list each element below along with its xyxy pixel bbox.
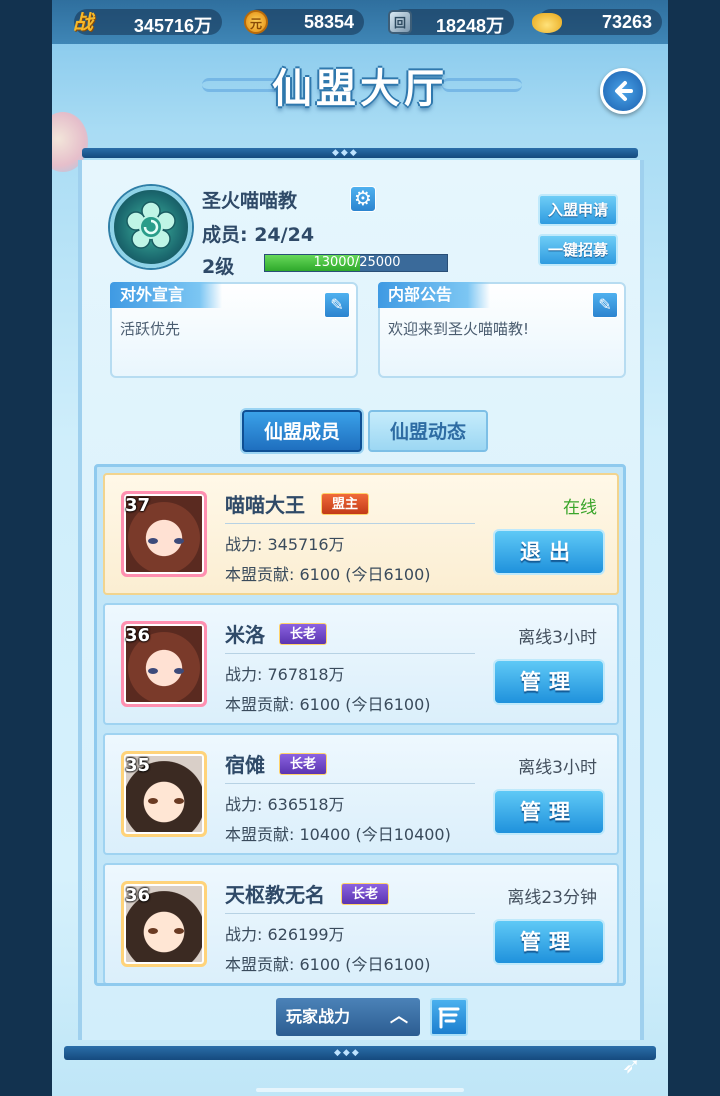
back-button[interactable] xyxy=(600,68,646,114)
header-divider-ornament: ◆◆◆ xyxy=(332,148,359,158)
sort-label: 玩家战力 xyxy=(286,1007,351,1026)
home-indicator[interactable] xyxy=(256,1088,464,1092)
sort-by-power-button[interactable]: 玩家战力 ︿ xyxy=(276,998,420,1036)
row-divider xyxy=(225,653,475,654)
leave-guild-button[interactable]: 退出 xyxy=(493,529,605,575)
public-declaration-text: 活跃优先 xyxy=(120,320,181,338)
guild-settings-button[interactable]: ⚙ xyxy=(350,186,376,212)
member-power: 战力: 636518万 xyxy=(225,795,345,814)
token-currency[interactable]: 回 18248万 xyxy=(388,9,514,36)
guild-level: 2级 xyxy=(202,256,235,278)
member-row[interactable]: 36 天枢教无名 长老 战力: 626199万 本盟贡献: 6100 (今日61… xyxy=(103,863,619,983)
member-contribution: 本盟贡献: 6100 (今日6100) xyxy=(225,955,431,974)
elder-badge: 长老 xyxy=(279,753,328,775)
flower-emblem-icon xyxy=(126,201,176,249)
member-name: 米洛 xyxy=(225,623,265,647)
chevron-up-icon: ︿ xyxy=(390,1006,408,1027)
member-status: 离线3小时 xyxy=(518,758,597,778)
power-currency: 战 345716万 xyxy=(73,9,222,36)
guild-exp-bar: 13000/25000 xyxy=(264,254,448,272)
expand-arrow-icon[interactable]: ➶ xyxy=(622,1054,640,1079)
member-contribution: 本盟贡献: 10400 (今日10400) xyxy=(225,825,451,844)
member-row[interactable]: 35 宿傩 长老 战力: 636518万 本盟贡献: 10400 (今日1040… xyxy=(103,733,619,855)
member-name: 天枢教无名 xyxy=(225,883,325,907)
internal-notice-box: 内部公告 欢迎来到圣火喵喵教! ✎ xyxy=(378,282,626,378)
ingot-currency[interactable]: 73263 xyxy=(532,9,662,35)
row-divider xyxy=(225,523,475,524)
member-power: 战力: 345716万 xyxy=(225,535,345,554)
internal-notice-text: 欢迎来到圣火喵喵教! xyxy=(388,320,530,338)
leader-badge: 盟主 xyxy=(321,493,370,515)
member-level: 37 xyxy=(125,495,151,516)
member-level: 35 xyxy=(125,755,151,776)
tab-guild-news[interactable]: 仙盟动态 xyxy=(368,410,488,452)
member-status: 离线3小时 xyxy=(518,628,597,648)
guild-emblem-icon[interactable] xyxy=(110,186,192,268)
guild-hall-screen: 战 345716万 元 58354 回 18248万 73263 仙盟大厅 ◆◆… xyxy=(52,0,668,1096)
join-requests-button[interactable]: 入盟申请 xyxy=(538,194,618,226)
elder-badge: 长老 xyxy=(341,883,390,905)
member-status: 离线23分钟 xyxy=(507,888,597,908)
footer-divider-ornament: ◆◆◆ xyxy=(334,1048,361,1058)
coin-value: 58354 xyxy=(303,12,354,32)
member-row[interactable]: 36 米洛 长老 战力: 767818万 本盟贡献: 6100 (今日6100)… xyxy=(103,603,619,725)
manage-member-button[interactable]: 管理 xyxy=(493,789,605,835)
coin-icon: 元 xyxy=(244,10,268,34)
tab-guild-members[interactable]: 仙盟成员 xyxy=(242,410,362,452)
member-row[interactable]: 37 喵喵大王 盟主 战力: 345716万 本盟贡献: 6100 (今日610… xyxy=(103,473,619,595)
brush-icon: ✎ xyxy=(330,295,344,314)
gold-ingot-icon xyxy=(532,13,562,33)
row-divider xyxy=(225,783,475,784)
member-name: 喵喵大王 xyxy=(225,493,305,517)
one-click-recruit-button[interactable]: 一键招募 xyxy=(538,234,618,266)
member-list[interactable]: 37 喵喵大王 盟主 战力: 345716万 本盟贡献: 6100 (今日610… xyxy=(94,464,626,986)
currency-bar: 战 345716万 元 58354 回 18248万 73263 xyxy=(52,0,668,44)
manage-member-button[interactable]: 管理 xyxy=(493,659,605,705)
page-title: 仙盟大厅 xyxy=(272,66,448,112)
battle-power-icon: 战 xyxy=(73,10,93,34)
token-value: 18248万 xyxy=(435,16,504,36)
manage-member-button[interactable]: 管理 xyxy=(493,919,605,965)
edit-declaration-button[interactable]: ✎ xyxy=(324,292,350,318)
row-divider xyxy=(225,913,475,914)
coin-currency[interactable]: 元 58354 xyxy=(244,9,364,35)
guild-exp-text: 13000/25000 xyxy=(313,255,401,270)
member-level: 36 xyxy=(125,885,151,906)
back-arrow-icon xyxy=(615,81,633,101)
brush-icon: ✎ xyxy=(598,295,612,314)
header-divider xyxy=(82,148,638,158)
internal-notice-title: 内部公告 xyxy=(378,282,491,308)
gear-icon: ⚙ xyxy=(354,186,372,210)
member-power: 战力: 626199万 xyxy=(225,925,345,944)
public-declaration-title: 对外宣言 xyxy=(110,282,223,308)
member-level: 36 xyxy=(125,625,151,646)
edit-notice-button[interactable]: ✎ xyxy=(592,292,618,318)
member-name: 宿傩 xyxy=(225,753,265,777)
token-icon: 回 xyxy=(388,10,412,34)
public-declaration-box: 对外宣言 活跃优先 ✎ xyxy=(110,282,358,378)
guild-name: 圣火喵喵教 xyxy=(202,190,298,212)
filter-button[interactable] xyxy=(430,998,468,1036)
member-contribution: 本盟贡献: 6100 (今日6100) xyxy=(225,695,431,714)
elder-badge: 长老 xyxy=(279,623,328,645)
power-value: 345716万 xyxy=(133,16,212,36)
member-status: 在线 xyxy=(563,498,597,518)
guild-member-count: 成员: 24/24 xyxy=(202,224,315,246)
member-power: 战力: 767818万 xyxy=(225,665,345,684)
ingot-value: 73263 xyxy=(601,12,652,32)
member-contribution: 本盟贡献: 6100 (今日6100) xyxy=(225,565,431,584)
sort-list-icon xyxy=(438,1007,460,1029)
